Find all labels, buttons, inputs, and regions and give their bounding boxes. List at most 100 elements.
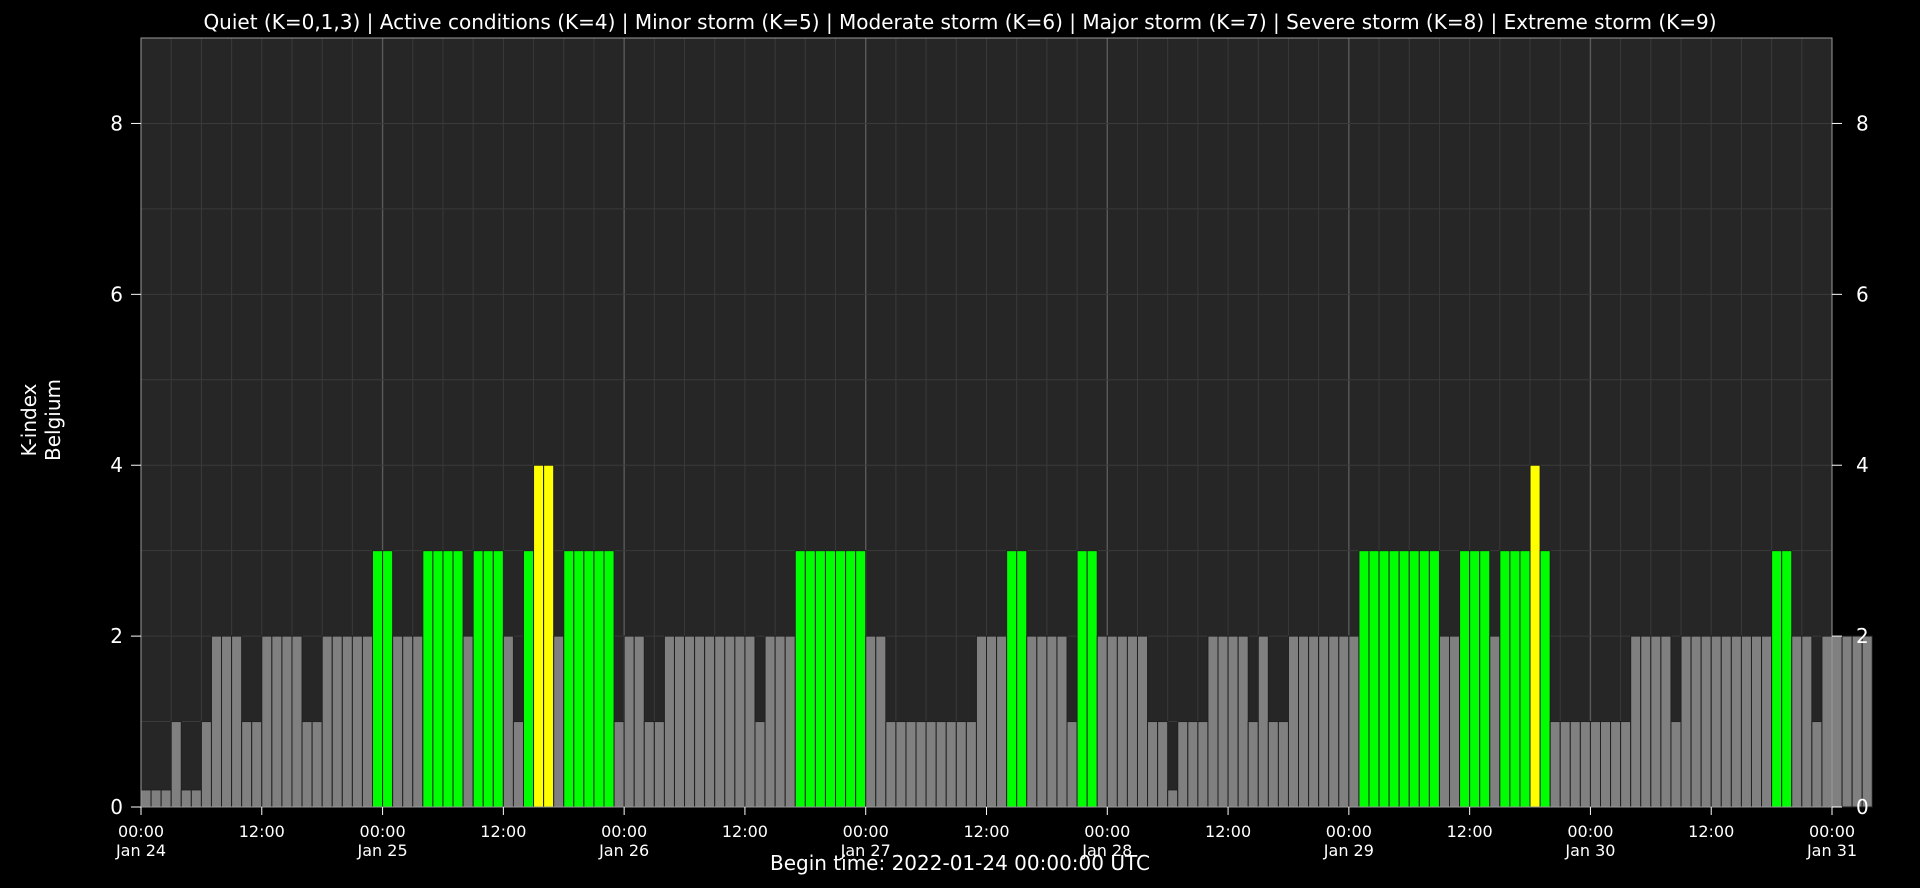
- x-tick-label-time: 00:00: [1809, 822, 1855, 841]
- x-tick-label-date: Jan 30: [1564, 841, 1615, 860]
- kindex-bar: [663, 635, 675, 808]
- kindex-bar: [1408, 550, 1420, 808]
- kindex-bar: [1308, 635, 1320, 808]
- y-tick-label-right: 2: [1856, 624, 1869, 648]
- kindex-bar: [744, 635, 756, 808]
- kindex-bar: [965, 721, 977, 808]
- kindex-bar: [1499, 550, 1511, 808]
- kindex-bar: [814, 550, 826, 808]
- kindex-bar: [1428, 550, 1440, 808]
- x-tick-label-date: Jan 29: [1323, 841, 1374, 860]
- kindex-bar: [1298, 635, 1310, 808]
- kindex-bar: [281, 635, 293, 808]
- kindex-bar: [754, 721, 766, 808]
- kindex-bar: [1318, 635, 1330, 808]
- kindex-bar: [140, 789, 152, 808]
- kindex-bar: [402, 635, 414, 808]
- kindex-bar: [331, 635, 343, 808]
- kindex-bar: [341, 635, 353, 808]
- kindex-bar: [1036, 635, 1048, 808]
- kindex-bar: [1267, 721, 1279, 808]
- kindex-bar: [1016, 550, 1028, 808]
- kindex-bar: [1338, 635, 1350, 808]
- kindex-bar: [553, 635, 565, 808]
- x-tick-label-time: 12:00: [480, 822, 526, 841]
- kindex-bar: [764, 635, 776, 808]
- kindex-bar: [915, 721, 927, 808]
- kindex-bar: [925, 721, 937, 808]
- kindex-bar: [150, 789, 162, 808]
- kindex-bar: [935, 721, 947, 808]
- kindex-bar: [1227, 635, 1239, 808]
- kindex-bar: [794, 550, 806, 808]
- kindex-bar: [1136, 635, 1149, 808]
- kindex-bar: [1438, 635, 1451, 808]
- kindex-bar: [311, 721, 323, 808]
- kindex-bar: [1116, 635, 1128, 808]
- y-tick-label-left: 8: [110, 111, 123, 135]
- kindex-bar: [1328, 635, 1340, 808]
- kindex-bar: [432, 550, 444, 808]
- kindex-bar: [301, 721, 313, 808]
- kindex-bar: [442, 550, 454, 808]
- x-tick-label-time: 12:00: [722, 822, 768, 841]
- x-tick-label-date: Jan 26: [598, 841, 649, 860]
- kindex-bar: [1358, 550, 1370, 808]
- kindex-bar: [160, 789, 172, 808]
- kindex-bar: [1529, 464, 1541, 808]
- kindex-bar: [865, 635, 877, 808]
- kindex-bar: [1147, 721, 1159, 808]
- kindex-bar: [1861, 635, 1873, 808]
- kindex-bar: [1720, 635, 1732, 808]
- kindex-bar: [1086, 550, 1098, 808]
- kindex-bar: [492, 550, 504, 808]
- kindex-bar: [1670, 721, 1682, 808]
- kindex-bar: [895, 721, 907, 808]
- kindex-bar: [1801, 635, 1813, 808]
- x-tick-label-time: 00:00: [1084, 822, 1130, 841]
- kindex-bar: [1831, 635, 1843, 808]
- kindex-bar: [522, 550, 535, 808]
- kindex-bar: [361, 635, 374, 808]
- y-tick-label-right: 6: [1856, 282, 1869, 306]
- kindex-bar: [372, 550, 384, 808]
- kindex-bar: [1811, 721, 1823, 808]
- kindex-bar: [392, 635, 404, 808]
- kindex-bar: [1750, 635, 1763, 808]
- x-tick-label-time: 12:00: [1688, 822, 1734, 841]
- kindex-bar: [291, 635, 303, 808]
- kindex-bar: [583, 550, 595, 808]
- kindex-bar: [1650, 635, 1662, 808]
- kindex-bar: [724, 635, 736, 808]
- kindex-bar: [180, 789, 192, 808]
- y-axis-label-line1: K-index: [17, 383, 41, 456]
- kindex-bar: [472, 550, 484, 808]
- x-tick-label-time: 00:00: [118, 822, 164, 841]
- kindex-bar: [1579, 721, 1591, 808]
- kindex-bar: [885, 721, 897, 808]
- kindex-bar: [563, 550, 575, 808]
- kindex-bar: [1569, 721, 1581, 808]
- y-tick-label-right: 8: [1856, 111, 1869, 135]
- kindex-bar: [613, 721, 625, 808]
- kindex-bar: [1187, 721, 1199, 808]
- kindex-bar: [231, 635, 243, 808]
- kindex-bar: [1630, 635, 1642, 808]
- x-axis-label: Begin time: 2022-01-24 00:00:00 UTC: [770, 851, 1150, 875]
- kindex-bar: [1157, 721, 1169, 808]
- kindex-bar: [714, 635, 726, 808]
- kindex-bar: [1096, 635, 1108, 808]
- kindex-bar: [1730, 635, 1742, 808]
- kindex-bar: [1056, 635, 1068, 808]
- kindex-bar: [905, 721, 917, 808]
- kindex-bar: [271, 635, 283, 808]
- kindex-bar: [422, 550, 434, 808]
- kindex-bar: [1469, 550, 1481, 808]
- kindex-bar: [221, 635, 233, 808]
- kindex-bar: [1539, 550, 1551, 808]
- kindex-bar: [241, 721, 253, 808]
- kindex-bar: [1066, 721, 1078, 808]
- kindex-bar: [1851, 635, 1863, 808]
- y-tick-label-left: 6: [110, 282, 123, 306]
- kindex-bar: [1046, 635, 1058, 808]
